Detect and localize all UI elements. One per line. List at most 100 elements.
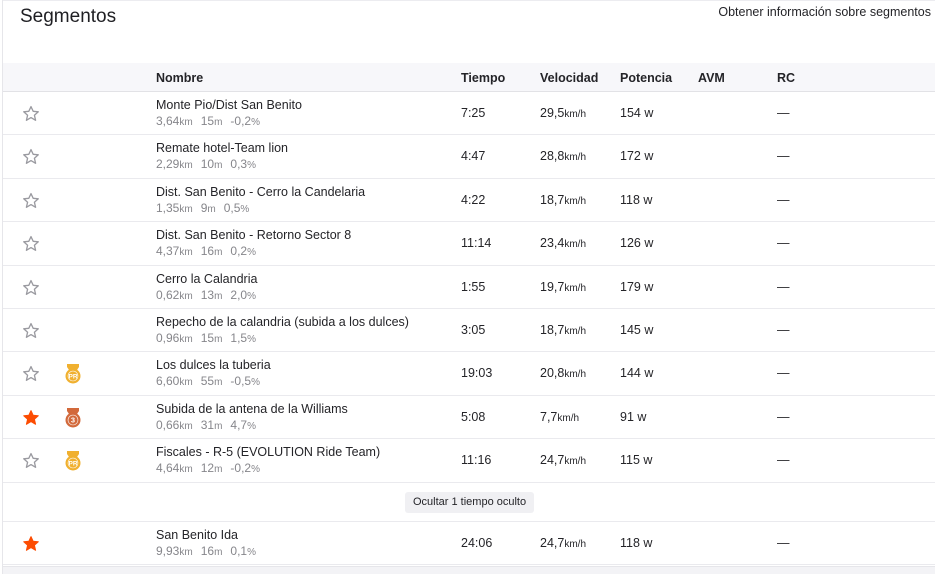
speed-value: 20,8km/h	[540, 366, 586, 380]
segment-grade: 1,5	[230, 330, 248, 345]
hidden-efforts-body: San Benito Ida 9,93km 16m 0,1% 24:06 24,7km/h…	[3, 522, 935, 565]
segment-name-link[interactable]: Remate hotel-Team lion	[156, 141, 288, 155]
segment-stats: 9,93km 16m 0,1%	[156, 544, 256, 558]
segment-name-link[interactable]: Dist. San Benito - Retorno Sector 8	[156, 228, 351, 242]
power-value: 115 w	[620, 453, 652, 467]
unit-pct: %	[247, 420, 256, 432]
table-row[interactable]: PR Fiscales - R-5 (EVOLUTION Ride Team) 4,…	[3, 439, 935, 483]
table-body: Monte Pio/Dist San Benito 3,64km 15m -0,2% 7…	[3, 92, 935, 483]
table-row[interactable]: San Benito Ida 9,93km 16m 0,1% 24:06 24,7km/h…	[3, 522, 935, 565]
segment-name-link[interactable]: Fiscales - R-5 (EVOLUTION Ride Team)	[156, 445, 380, 459]
col-power[interactable]: Potencia	[620, 71, 672, 85]
unit-pct: %	[251, 464, 260, 476]
unit-pct: %	[251, 377, 260, 389]
segment-stats: 6,60km 55m -0,5%	[156, 374, 260, 388]
unit-w: w	[644, 106, 654, 120]
segment-name-link[interactable]: Cerro la Calandria	[156, 272, 257, 286]
star-outline-icon[interactable]	[22, 365, 40, 383]
star-outline-icon[interactable]	[22, 235, 40, 253]
rc-value: —	[777, 149, 790, 164]
speed-value: 19,7km/h	[540, 280, 586, 294]
star-outline-icon[interactable]	[22, 322, 40, 340]
table-row[interactable]: Monte Pio/Dist San Benito 3,64km 15m -0,2% 7…	[3, 92, 935, 136]
unit-m: m	[214, 420, 223, 432]
speed-value: 18,7km/h	[540, 323, 586, 337]
col-time[interactable]: Tiempo	[461, 71, 505, 85]
elapsed-time: 11:16	[461, 453, 492, 468]
rc-value: —	[777, 236, 790, 251]
star-outline-icon[interactable]	[22, 148, 40, 166]
segment-distance: 0,62	[156, 287, 180, 302]
star-outline-icon[interactable]	[22, 279, 40, 297]
segment-grade: 0,3	[230, 157, 248, 172]
speed-value: 7,7km/h	[540, 410, 579, 424]
table-row[interactable]: Remate hotel-Team lion 2,29km 10m 0,3% 4:47 2…	[3, 135, 935, 179]
speed-value: 24,7km/h	[540, 536, 586, 550]
speed-value: 29,5km/h	[540, 106, 586, 120]
star-outline-icon[interactable]	[22, 192, 40, 210]
segment-name-link[interactable]: San Benito Ida	[156, 528, 238, 542]
unit-pct: %	[247, 160, 256, 172]
power-number: 154	[620, 106, 641, 120]
col-speed[interactable]: Velocidad	[540, 71, 598, 85]
unit-m: m	[214, 160, 223, 172]
segment-name-link[interactable]: Dist. San Benito - Cerro la Candelaria	[156, 185, 365, 199]
col-rc[interactable]: RC	[777, 71, 795, 85]
table-row[interactable]: PR Los dulces la tuberia 6,60km 55m -0,5% 19:…	[3, 352, 935, 396]
unit-pct: %	[247, 546, 256, 558]
segment-elevation: 16	[200, 244, 215, 259]
star-outline-icon[interactable]	[22, 105, 40, 123]
table-row[interactable]: Repecho de la calandria (subida a los du…	[3, 309, 935, 353]
unit-w: w	[644, 366, 654, 381]
speed-number: 24,7	[540, 453, 565, 468]
unit-kmh: km/h	[564, 152, 587, 164]
power-value: 172 w	[620, 149, 653, 163]
segment-stats: 0,62km 13m 2,0%	[156, 288, 256, 302]
unit-kmh: km/h	[564, 369, 587, 381]
segment-stats: 0,66km 31m 4,7%	[156, 418, 256, 432]
segment-distance: 9,93	[156, 543, 180, 558]
unit-m: m	[214, 290, 223, 302]
unit-km: km	[179, 117, 193, 128]
segment-name-link[interactable]: Monte Pio/Dist San Benito	[156, 98, 302, 112]
power-value: 154 w	[620, 106, 653, 120]
segment-elevation: 15	[200, 114, 215, 128]
elapsed-time: 19:03	[461, 366, 493, 381]
rc-value: —	[777, 453, 790, 468]
hide-hidden-times-button[interactable]: Ocultar 1 tiempo oculto	[405, 491, 535, 513]
medal-label: 3	[71, 415, 75, 424]
unit-w: w	[643, 192, 653, 207]
pr-medal-icon: PR	[63, 363, 83, 385]
table-row[interactable]: 3 Subida de la antena de la Williams 0,66k…	[3, 396, 935, 440]
unit-m: m	[207, 203, 216, 215]
segment-grade: 2,0	[230, 287, 248, 302]
col-avm[interactable]: AVM	[698, 71, 725, 85]
segments-info-link[interactable]: Obtener información sobre segmentos	[718, 5, 931, 19]
section-title: Segmentos	[20, 6, 117, 27]
segment-name-link[interactable]: Subida de la antena de la Williams	[156, 402, 348, 416]
unit-m: m	[214, 464, 223, 476]
col-name[interactable]: Nombre	[156, 71, 203, 85]
segment-grade: 0,2	[230, 244, 248, 259]
speed-value: 28,8km/h	[540, 149, 586, 163]
segment-grade: -0,2	[230, 114, 252, 128]
table-row[interactable]: Dist. San Benito - Retorno Sector 8 4,37k…	[3, 222, 935, 266]
star-outline-icon[interactable]	[22, 452, 40, 470]
unit-kmh: km/h	[564, 195, 587, 207]
unit-w: w	[644, 279, 654, 294]
rc-value: —	[777, 322, 790, 337]
power-number: 118	[620, 535, 640, 550]
starred-icon[interactable]	[22, 409, 40, 427]
unit-kmh: km/h	[564, 282, 587, 294]
table-row[interactable]: Dist. San Benito - Cerro la Candelaria 1,…	[3, 179, 935, 223]
segment-name-link[interactable]: Repecho de la calandria (subida a los du…	[156, 315, 409, 329]
power-number: 144	[620, 366, 641, 381]
segment-name-link[interactable]: Los dulces la tuberia	[156, 358, 271, 372]
table-row[interactable]: Cerro la Calandria 0,62km 13m 2,0% 1:55 19,7k…	[3, 266, 935, 309]
segment-distance: 4,64	[156, 461, 180, 476]
unit-km: km	[179, 420, 193, 432]
starred-icon[interactable]	[22, 535, 40, 553]
segment-distance: 0,66	[156, 417, 180, 432]
rc-value: —	[777, 409, 790, 424]
power-value: 118 w	[620, 193, 652, 207]
